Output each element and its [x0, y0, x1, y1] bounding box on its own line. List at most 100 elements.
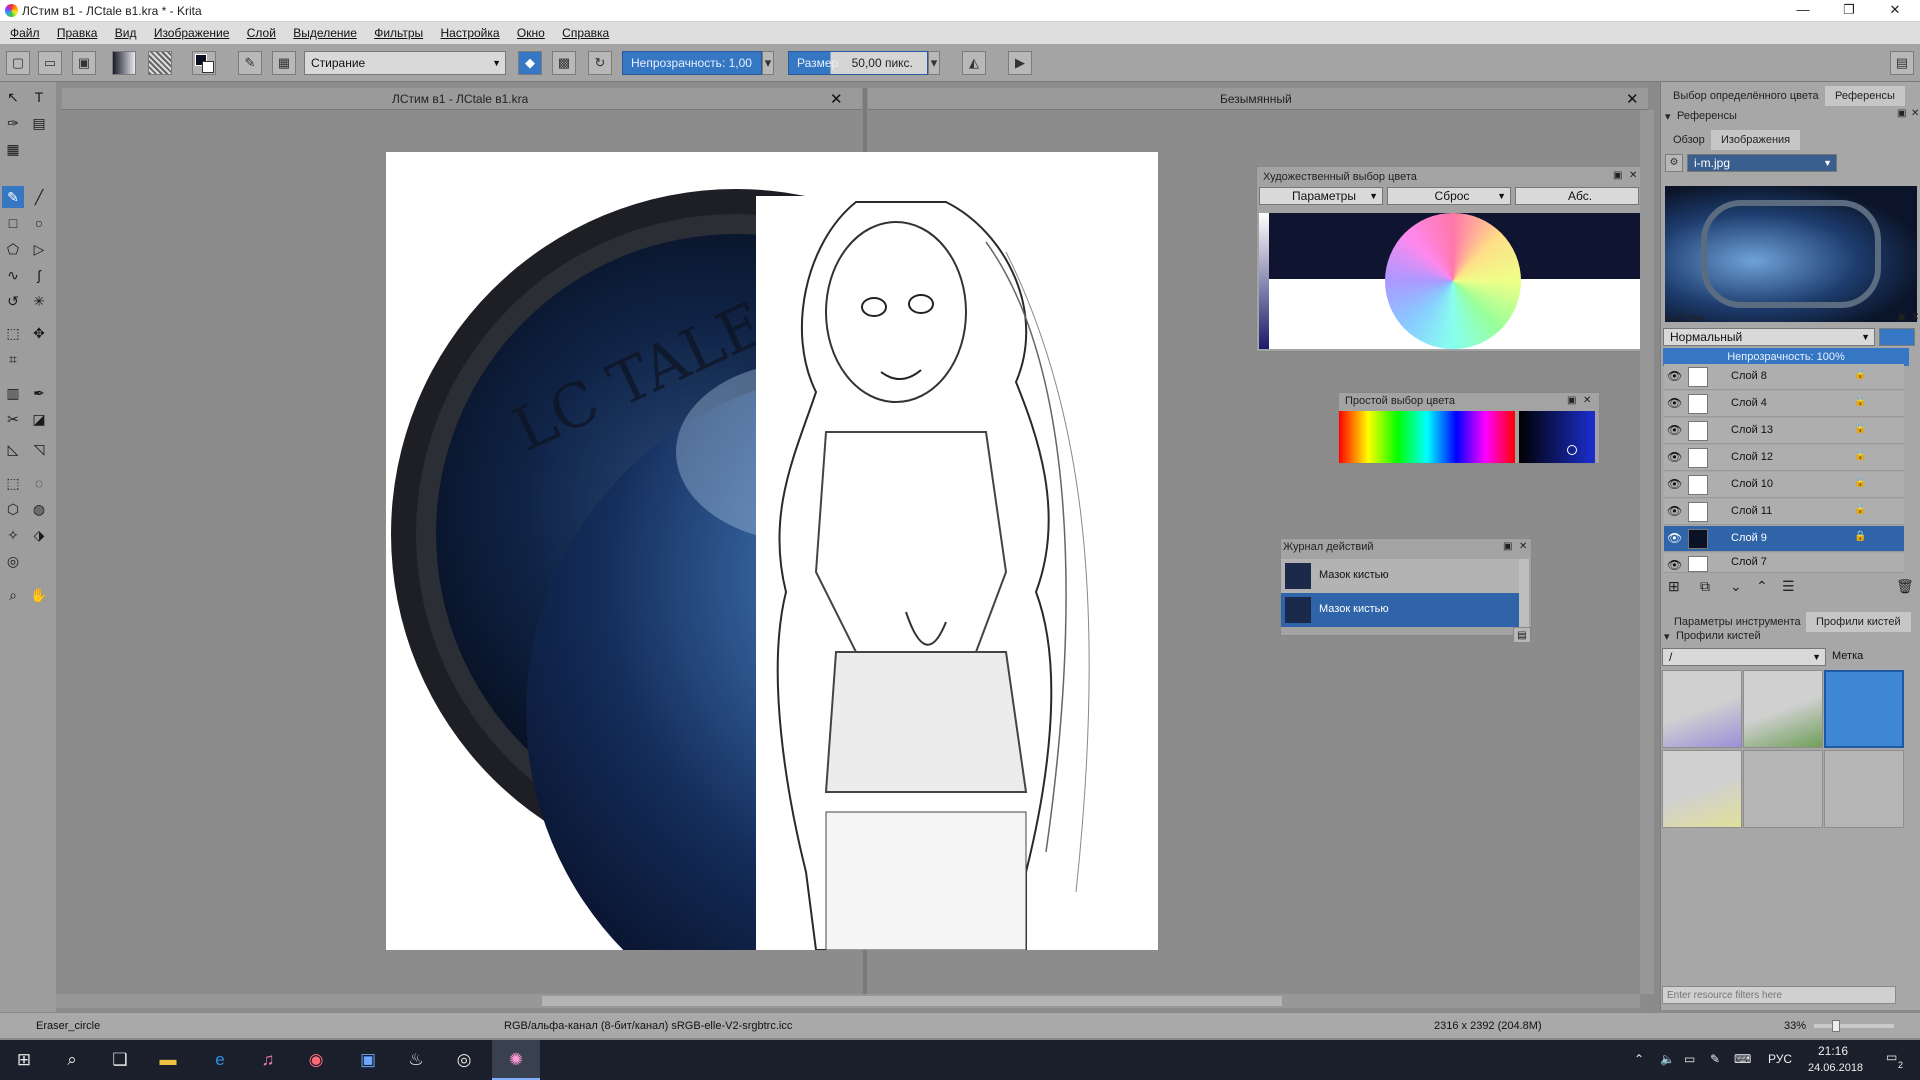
history-item[interactable]: Мазок кистью	[1281, 559, 1519, 593]
fill-tool-icon[interactable]: ◪	[28, 408, 50, 430]
brush-presets-icon[interactable]: ✎	[238, 51, 262, 75]
layer-row-selected[interactable]: 👁 Слой 9 🔒	[1664, 526, 1904, 552]
layer-row[interactable]: 👁 Слой 7	[1664, 553, 1904, 573]
edit-shapes-tool-icon[interactable]: ✑	[2, 112, 24, 134]
volume-icon[interactable]: 🔈	[1660, 1052, 1675, 1066]
drawing-canvas[interactable]: LC TALE	[386, 152, 1158, 950]
zoom-slider-handle[interactable]	[1832, 1020, 1840, 1032]
duplicate-layer-icon[interactable]: ⧉	[1700, 578, 1710, 595]
layer-row[interactable]: 👁 Слой 8 🔒	[1664, 364, 1904, 390]
tab-tool-options[interactable]: Параметры инструмента	[1664, 612, 1811, 632]
text-tool-icon[interactable]: T	[28, 86, 50, 108]
magic-wand-tool-icon[interactable]: ✧	[2, 524, 24, 546]
document-tab-2[interactable]: Безымянный ✕	[868, 88, 1648, 110]
language-indicator[interactable]: РУС	[1768, 1052, 1792, 1066]
menu-select[interactable]: Выделение	[286, 22, 364, 44]
reference-image-preview[interactable]	[1665, 186, 1917, 322]
brush-filter-input[interactable]	[1662, 986, 1896, 1004]
brush-preset-item[interactable]	[1662, 750, 1742, 828]
discord-icon[interactable]: ◉	[292, 1040, 340, 1080]
similar-select-tool-icon[interactable]: ⬗	[28, 524, 50, 546]
close-panel-icon[interactable]: ✕	[1629, 170, 1637, 181]
zoom-slider[interactable]	[1814, 1020, 1894, 1032]
collapse-icon[interactable]: ▾	[1665, 312, 1671, 325]
move-layer-down-icon[interactable]: ⌄	[1730, 578, 1742, 595]
line-tool-icon[interactable]: ╱	[28, 186, 50, 208]
task-view-icon[interactable]: ❑	[96, 1040, 144, 1080]
lock-icon[interactable]: 🔒	[1854, 396, 1866, 407]
lock-icon[interactable]: 🔒	[1854, 504, 1866, 515]
references-file-dropdown[interactable]: i-m.jpg ▼	[1687, 154, 1837, 172]
workspace-chooser-icon[interactable]: ▤	[1890, 51, 1914, 75]
lock-icon[interactable]: 🔒	[1854, 477, 1866, 488]
freehand-path-tool-icon[interactable]: ʃ	[28, 264, 50, 286]
float-panel-icon[interactable]: ▣	[1567, 395, 1576, 406]
tab-references[interactable]: Референсы	[1825, 86, 1905, 106]
calligraphy-tool-icon[interactable]: ▤	[28, 112, 50, 134]
lock-icon[interactable]: 🔒	[1854, 450, 1866, 461]
close-panel-icon[interactable]: ✕	[1519, 541, 1527, 552]
eye-icon[interactable]: 👁	[1667, 369, 1682, 383]
eye-icon[interactable]: 👁	[1667, 477, 1682, 491]
menu-file[interactable]: Файл	[0, 22, 47, 44]
start-windows-icon[interactable]: ⊞	[0, 1040, 48, 1080]
brush-tag-label[interactable]: Метка	[1832, 650, 1863, 662]
document-tab-1[interactable]: ЛСтим в1 - ЛCtale в1.kra ✕	[62, 88, 862, 110]
measure-tool-icon[interactable]: ◹	[28, 438, 50, 460]
brush-preset-item[interactable]	[1662, 670, 1742, 748]
tray-expand-icon[interactable]: ⌃	[1634, 1052, 1644, 1066]
gradient-tool-icon[interactable]: ▥	[2, 382, 24, 404]
crop-tool-icon[interactable]: ⌗	[2, 348, 24, 370]
menu-settings[interactable]: Настройка	[434, 22, 507, 44]
tab-brush-presets[interactable]: Профили кистей	[1806, 612, 1911, 632]
lightness-strip[interactable]	[1259, 213, 1269, 349]
steam-icon[interactable]: ♨	[392, 1040, 440, 1080]
reload-preset-icon[interactable]: ↻	[588, 51, 612, 75]
eye-icon[interactable]: 👁	[1667, 504, 1682, 518]
canvas-h-scroll-thumb[interactable]	[542, 996, 1282, 1006]
layer-row[interactable]: 👁 Слой 13 🔒	[1664, 418, 1904, 444]
saturation-value-square[interactable]	[1519, 411, 1595, 463]
float-panel-icon[interactable]: ▣	[1613, 170, 1622, 181]
freehand-select-tool-icon[interactable]: ◍	[28, 498, 50, 520]
float-panel-icon[interactable]: ▣	[1897, 312, 1906, 323]
select-shapes-tool-icon[interactable]: ↖	[2, 86, 24, 108]
krita-taskbar-icon[interactable]: ✺	[492, 1040, 540, 1080]
references-settings-icon[interactable]: ⚙	[1665, 154, 1683, 172]
close-panel-icon[interactable]: ✕	[1911, 312, 1919, 323]
layer-row[interactable]: 👁 Слой 10 🔒	[1664, 472, 1904, 498]
layer-row[interactable]: 👁 Слой 12 🔒	[1664, 445, 1904, 471]
minimize-button[interactable]: —	[1780, 0, 1826, 22]
pen-icon[interactable]: ✎	[1710, 1052, 1720, 1066]
document-tab-2-close-icon[interactable]: ✕	[1626, 90, 1639, 108]
search-icon[interactable]: ⌕	[48, 1040, 96, 1080]
brush-preset-item[interactable]	[1743, 670, 1823, 748]
move-layer-up-icon[interactable]: ⌃	[1756, 578, 1768, 595]
collapse-icon[interactable]: ▾	[1664, 630, 1670, 643]
open-document-icon[interactable]: ▭	[38, 51, 62, 75]
layer-properties-icon[interactable]: ☰	[1782, 578, 1795, 595]
move-tool-icon[interactable]: ✥	[28, 322, 50, 344]
artistic-abs-button[interactable]: Абс.	[1515, 187, 1639, 205]
new-document-icon[interactable]: ▢	[6, 51, 30, 75]
collapse-icon[interactable]: ▾	[1665, 110, 1671, 123]
hue-strip[interactable]	[1339, 411, 1515, 463]
transform-tool-icon[interactable]: ⬚	[2, 322, 24, 344]
gradient-selector[interactable]	[112, 51, 136, 75]
menu-view[interactable]: Вид	[108, 22, 144, 44]
freehand-brush-tool-icon[interactable]: ✎	[2, 186, 24, 208]
menu-edit[interactable]: Правка	[50, 22, 105, 44]
itunes-icon[interactable]: ♫	[244, 1040, 292, 1080]
canvas-v-scrollbar[interactable]	[1640, 110, 1654, 994]
save-document-icon[interactable]: ▣	[72, 51, 96, 75]
opacity-spinner[interactable]: ▾	[762, 51, 774, 75]
brush-settings-icon[interactable]: ▦	[272, 51, 296, 75]
edge-browser-icon[interactable]: e	[196, 1040, 244, 1080]
rect-select-tool-icon[interactable]: ⬚	[2, 472, 24, 494]
pan-tool-icon[interactable]: ✋	[28, 584, 50, 606]
network-icon[interactable]: ▭	[1684, 1052, 1695, 1066]
color-cursor[interactable]	[1567, 445, 1577, 455]
menu-layer[interactable]: Слой	[240, 22, 283, 44]
preserve-alpha-icon[interactable]: ▩	[552, 51, 576, 75]
eye-icon[interactable]: 👁	[1667, 450, 1682, 464]
